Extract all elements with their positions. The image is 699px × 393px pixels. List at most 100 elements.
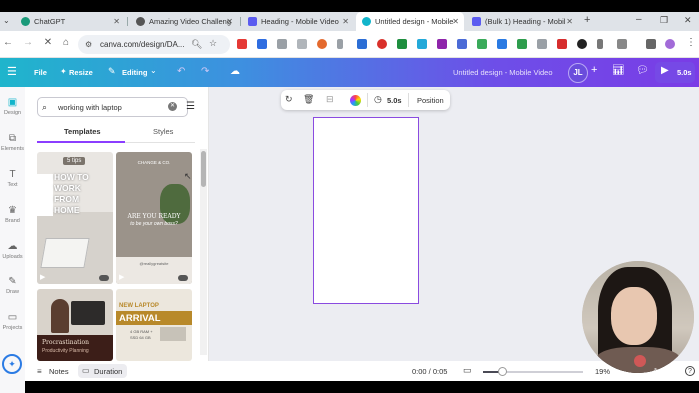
leaf-extension-icon[interactable] [477,39,487,49]
laptop-image [160,327,186,341]
laptop-image [40,238,90,268]
close-window-icon[interactable]: ✕ [684,15,692,26]
s-extension-icon[interactable] [437,39,447,49]
zoom-slider-knob[interactable] [498,367,507,376]
profile-avatar-icon[interactable] [665,39,675,49]
youtube-extension-icon[interactable] [237,39,247,49]
notes-button[interactable]: Notes [49,367,69,376]
rail-item-uploads[interactable]: ☁ Uploads [0,241,25,260]
close-tab-icon[interactable]: ✕ [452,17,459,26]
new-tab-button[interactable]: + [584,14,590,26]
doc-extension-icon[interactable] [537,39,547,49]
camera-extension-icon[interactable] [297,39,307,49]
download-extension-icon[interactable] [357,39,367,49]
puzzle-extensions-icon[interactable] [617,39,627,49]
forward-arrow-icon[interactable]: → [21,37,35,48]
comment-icon[interactable]: 💬︎ [636,65,649,76]
chevron-down-icon[interactable]: ⌄ [150,66,157,75]
template-thumb-new-laptop-arrival[interactable]: NEW LAPTOP ARRIVAL 4 GB RAM + SSD 64 GB [116,289,192,361]
magic-assistant-icon[interactable]: ✦ [2,354,22,374]
download-icon[interactable] [646,39,656,49]
editing-mode-button[interactable]: Editing [122,68,147,77]
orange-extension-icon[interactable] [317,39,327,49]
dark-extension-icon[interactable] [577,39,587,49]
menu-hamburger-icon[interactable]: ☰ [7,65,17,78]
tab-search-chevron-icon[interactable]: ⌄ [3,16,10,25]
search-icon: ⌕ [42,102,48,112]
tab-styles[interactable]: Styles [153,127,173,136]
url-text[interactable]: canva.com/design/DA... [100,40,184,49]
back-arrow-icon[interactable]: ← [1,37,15,48]
template-search-input[interactable]: working with laptop [37,97,188,117]
tab-heading-mobile-video[interactable]: Heading - Mobile Video ✕ [242,12,354,31]
playback-time: 0:00 / 0:05 [412,367,448,376]
insights-chart-icon[interactable]: 📊︎ [612,65,625,76]
people-extension-icon[interactable] [457,39,467,49]
tab-title: Amazing Video Challeng [149,17,231,26]
tab-amazing-video[interactable]: Amazing Video Challeng ✕ [130,12,238,31]
page-duration[interactable]: 5.0s [387,96,402,105]
bar-extension-icon[interactable] [597,39,603,49]
rail-item-text[interactable]: T Text [0,169,25,188]
user-avatar[interactable]: JL [568,63,588,83]
rail-item-design[interactable]: ▣ Design [0,97,25,116]
design-page[interactable] [313,117,419,304]
uploads-icon: ☁ [7,241,18,252]
redo-icon[interactable]: ↷ [201,66,209,77]
chatgpt-favicon-icon [21,17,30,26]
tab-bulk-heading[interactable]: (Bulk 1) Heading - Mobil ✕ [466,12,578,31]
bookmark-star-icon[interactable]: ☆ [209,38,217,49]
browser-menu-icon[interactable]: ⋮ [686,37,696,48]
close-tab-icon[interactable]: ✕ [113,17,120,26]
filter-icon[interactable]: ☰ [186,101,195,112]
stop-loading-icon[interactable]: ✕ [41,37,55,48]
template-thumb-work-from-home[interactable]: 5 tips HOW TO WORK FROM HOME ▶ [37,152,113,284]
image-extension-icon[interactable] [277,39,287,49]
template-thumb-procrastination[interactable]: Procrastination Productivity Planning [37,289,113,361]
add-collaborator-icon[interactable]: + [591,64,597,76]
template-thumb-ready-own-boss[interactable]: CHANGE & CO. ARE YOU READY to be your ow… [116,152,192,284]
document-title[interactable]: Untitled design - Mobile Video [453,68,553,77]
g-extension-icon[interactable] [417,39,427,49]
tab-chatgpt[interactable]: ChatGPT ✕ [15,12,125,31]
cloud-saved-icon[interactable]: ☁ [230,66,240,77]
close-tab-icon[interactable]: ✕ [226,17,233,26]
close-tab-icon[interactable]: ✕ [566,17,573,26]
animate-icon[interactable]: ↻ [285,94,293,105]
split-icon[interactable]: ⊟ [326,94,334,105]
grid-extension-icon[interactable] [257,39,267,49]
color-picker-icon[interactable] [350,95,361,106]
red-extension-icon[interactable] [557,39,567,49]
home-icon[interactable]: ⌂ [59,37,73,48]
video-play-icon: ▶ [119,274,125,281]
file-menu[interactable]: File [34,68,47,77]
close-tab-icon[interactable]: ✕ [342,17,349,26]
position-button[interactable]: Position [417,96,444,105]
delete-icon[interactable]: 🗑︎ [303,94,314,105]
resize-button[interactable]: Resize [69,68,93,77]
zoom-search-icon[interactable]: 🔍︎ [191,39,202,50]
excel-extension-icon[interactable] [517,39,527,49]
pokeball-extension-icon[interactable] [377,39,387,49]
tab-untitled-design[interactable]: Untitled design - Mobile ✕ [356,12,464,31]
blue-extension-icon[interactable] [497,39,507,49]
rail-item-projects[interactable]: ▭ Projects [0,312,25,331]
tab-templates[interactable]: Templates [64,127,101,136]
page-view-icon[interactable]: ▭ [463,365,472,376]
rail-item-elements[interactable]: ⧉ Elements [0,133,25,152]
elements-icon: ⧉ [8,133,17,144]
context-toolbar: ↻ 🗑︎ ⊟ ◷ 5.0s Position [281,90,450,110]
rail-item-draw[interactable]: ✎ Draw [0,276,25,295]
green-extension-icon[interactable] [397,39,407,49]
clear-search-icon[interactable]: ✕ [168,102,177,111]
restore-icon[interactable]: ❐ [660,15,668,26]
mic-extension-icon[interactable] [337,39,343,49]
panel-scrollbar-thumb[interactable] [201,151,206,187]
rail-item-brand[interactable]: ♛ Brand [0,205,25,224]
fullscreen-icon[interactable]: ⤢ [650,367,656,377]
undo-icon[interactable]: ↶ [177,66,185,77]
webcam-overlay [582,261,694,373]
timer-icon[interactable]: ◷ [374,94,382,105]
minimize-icon[interactable]: – [636,14,642,25]
site-info-icon[interactable]: ⚙ [85,40,92,49]
